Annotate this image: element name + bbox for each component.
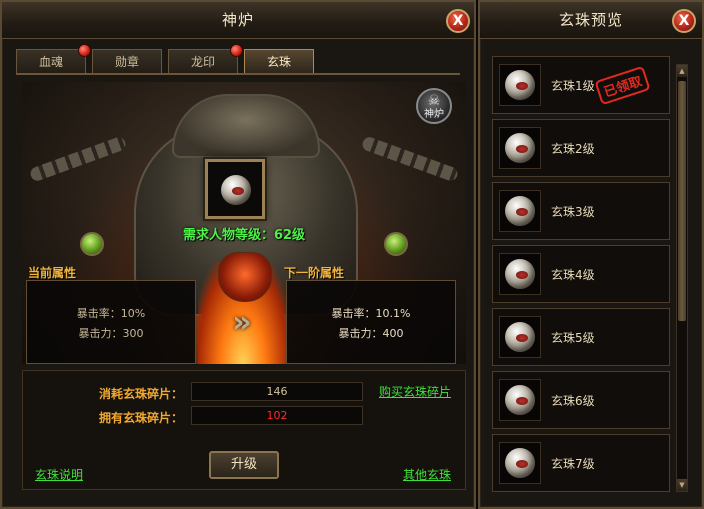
orb-preview-panel: 玄珠预览 X 玄珠1级 已领取 玄珠2级 玄珠3级 玄珠4级 玄珠5级 玄珠6级 [478,0,704,509]
orb-level-list: 玄珠1级 已领取 玄珠2级 玄珠3级 玄珠4级 玄珠5级 玄珠6级 玄珠7级 [492,52,672,498]
current-attr-box: 暴击率：10% 暴击力：300 [26,280,196,364]
preview-title: 玄珠预览 [558,11,623,29]
tab-divider [16,73,460,75]
orb-slot [499,253,541,295]
furnace-lid-image [172,94,320,158]
preview-close-button[interactable]: X [672,9,696,33]
upgrade-button[interactable]: 升级 [209,451,279,479]
close-icon: X [678,13,690,29]
furnace-title: 神炉 [221,11,254,29]
orb-slot [499,316,541,358]
brazier-label: 神炉 [424,109,444,120]
other-orbs-link[interactable]: 其他玄珠 [403,466,451,483]
own-value: 102 [191,406,363,425]
furnace-panel: 神炉 X 血魂 勋章 龙印 玄珠 ☠ 神炉 需求人物等级：62级 当前属性 暴击… [0,0,476,509]
mystic-orb-icon [505,385,535,415]
tab-mystic-orb[interactable]: 玄珠 [244,49,314,73]
orb-slot [499,442,541,484]
mystic-orb-icon [505,322,535,352]
orb-slot [499,127,541,169]
orb-level-name: 玄珠3级 [551,205,595,219]
list-item[interactable]: 玄珠2级 [492,119,670,177]
next-attr-box: 暴击率：10.1% 暴击力：400 [286,280,456,364]
orb-level-name: 玄珠1级 [551,79,595,93]
tab-blood-soul[interactable]: 血魂 [16,44,91,73]
tab-dragon-seal[interactable]: 龙印 [168,44,243,73]
mystic-orb-icon [505,196,535,226]
orb-slot [499,64,541,106]
brazier-button[interactable]: ☠ 神炉 [416,88,452,124]
next-crit-rate: 暴击率：10.1% [331,307,411,320]
orb-level-name: 玄珠2级 [551,142,595,156]
own-label: 拥有玄珠碎片： [98,411,183,425]
mystic-orb-icon [505,133,535,163]
scroll-thumb[interactable] [678,81,686,321]
list-item[interactable]: 玄珠7级 [492,434,670,492]
list-item[interactable]: 玄珠6级 [492,371,670,429]
skull-icon: ☠ [427,93,441,109]
furnace-scene: ☠ 神炉 需求人物等级：62级 当前属性 暴击率：10% 暴击力：300 » 下… [22,82,466,364]
orb-slot [499,190,541,232]
chain-right-decoration [360,135,460,183]
cost-label: 消耗玄珠碎片： [98,387,183,401]
list-item[interactable]: 玄珠1级 已领取 [492,56,670,114]
tab-label: 龙印 [190,55,215,69]
mystic-orb-icon [505,70,535,100]
current-crit-power: 暴击力：300 [78,327,144,340]
tab-label: 勋章 [114,55,139,69]
scroll-up-arrow-icon[interactable]: ▲ [677,65,687,77]
orb-slot [499,379,541,421]
mystic-orb-icon [505,448,535,478]
notification-dot-icon [230,44,243,57]
mystic-orb-icon [505,259,535,289]
tab-label: 玄珠 [266,55,291,69]
next-crit-power: 暴击力：400 [338,327,404,340]
cost-area: 消耗玄珠碎片： 146 购买玄珠碎片 拥有玄珠碎片： 102 升级 玄珠说明 其… [22,370,466,490]
list-item[interactable]: 玄珠5级 [492,308,670,366]
notification-dot-icon [78,44,91,57]
cost-value: 146 [191,382,363,401]
preview-title-bar: 玄珠预览 [480,2,702,39]
mystic-orb-icon [221,175,251,205]
list-scrollbar[interactable]: ▲ ▼ [676,64,688,492]
tab-medal[interactable]: 勋章 [92,49,162,73]
close-icon: X [452,13,464,29]
claimed-stamp: 已领取 [594,65,651,106]
furnace-title-bar: 神炉 [2,2,474,39]
buy-fragments-link[interactable]: 购买玄珠碎片 [379,383,451,400]
current-attr-title: 当前属性 [28,266,77,280]
orb-level-name: 玄珠5级 [551,331,595,345]
orb-level-name: 玄珠7级 [551,457,595,471]
list-item[interactable]: 玄珠3级 [492,182,670,240]
arrow-right-icon: » [232,304,252,340]
orb-slot[interactable] [205,159,265,219]
orb-level-name: 玄珠4级 [551,268,595,282]
scroll-down-arrow-icon[interactable]: ▼ [677,479,687,491]
required-level-text: 需求人物等级：62级 [182,228,306,243]
list-item[interactable]: 玄珠4级 [492,245,670,303]
tab-label: 血魂 [38,55,63,69]
chain-left-decoration [28,135,128,183]
orb-level-name: 玄珠6级 [551,394,595,408]
furnace-close-button[interactable]: X [446,9,470,33]
next-attr-title: 下一阶属性 [284,266,345,280]
orb-help-link[interactable]: 玄珠说明 [35,466,83,483]
current-crit-rate: 暴击率：10% [76,307,146,320]
